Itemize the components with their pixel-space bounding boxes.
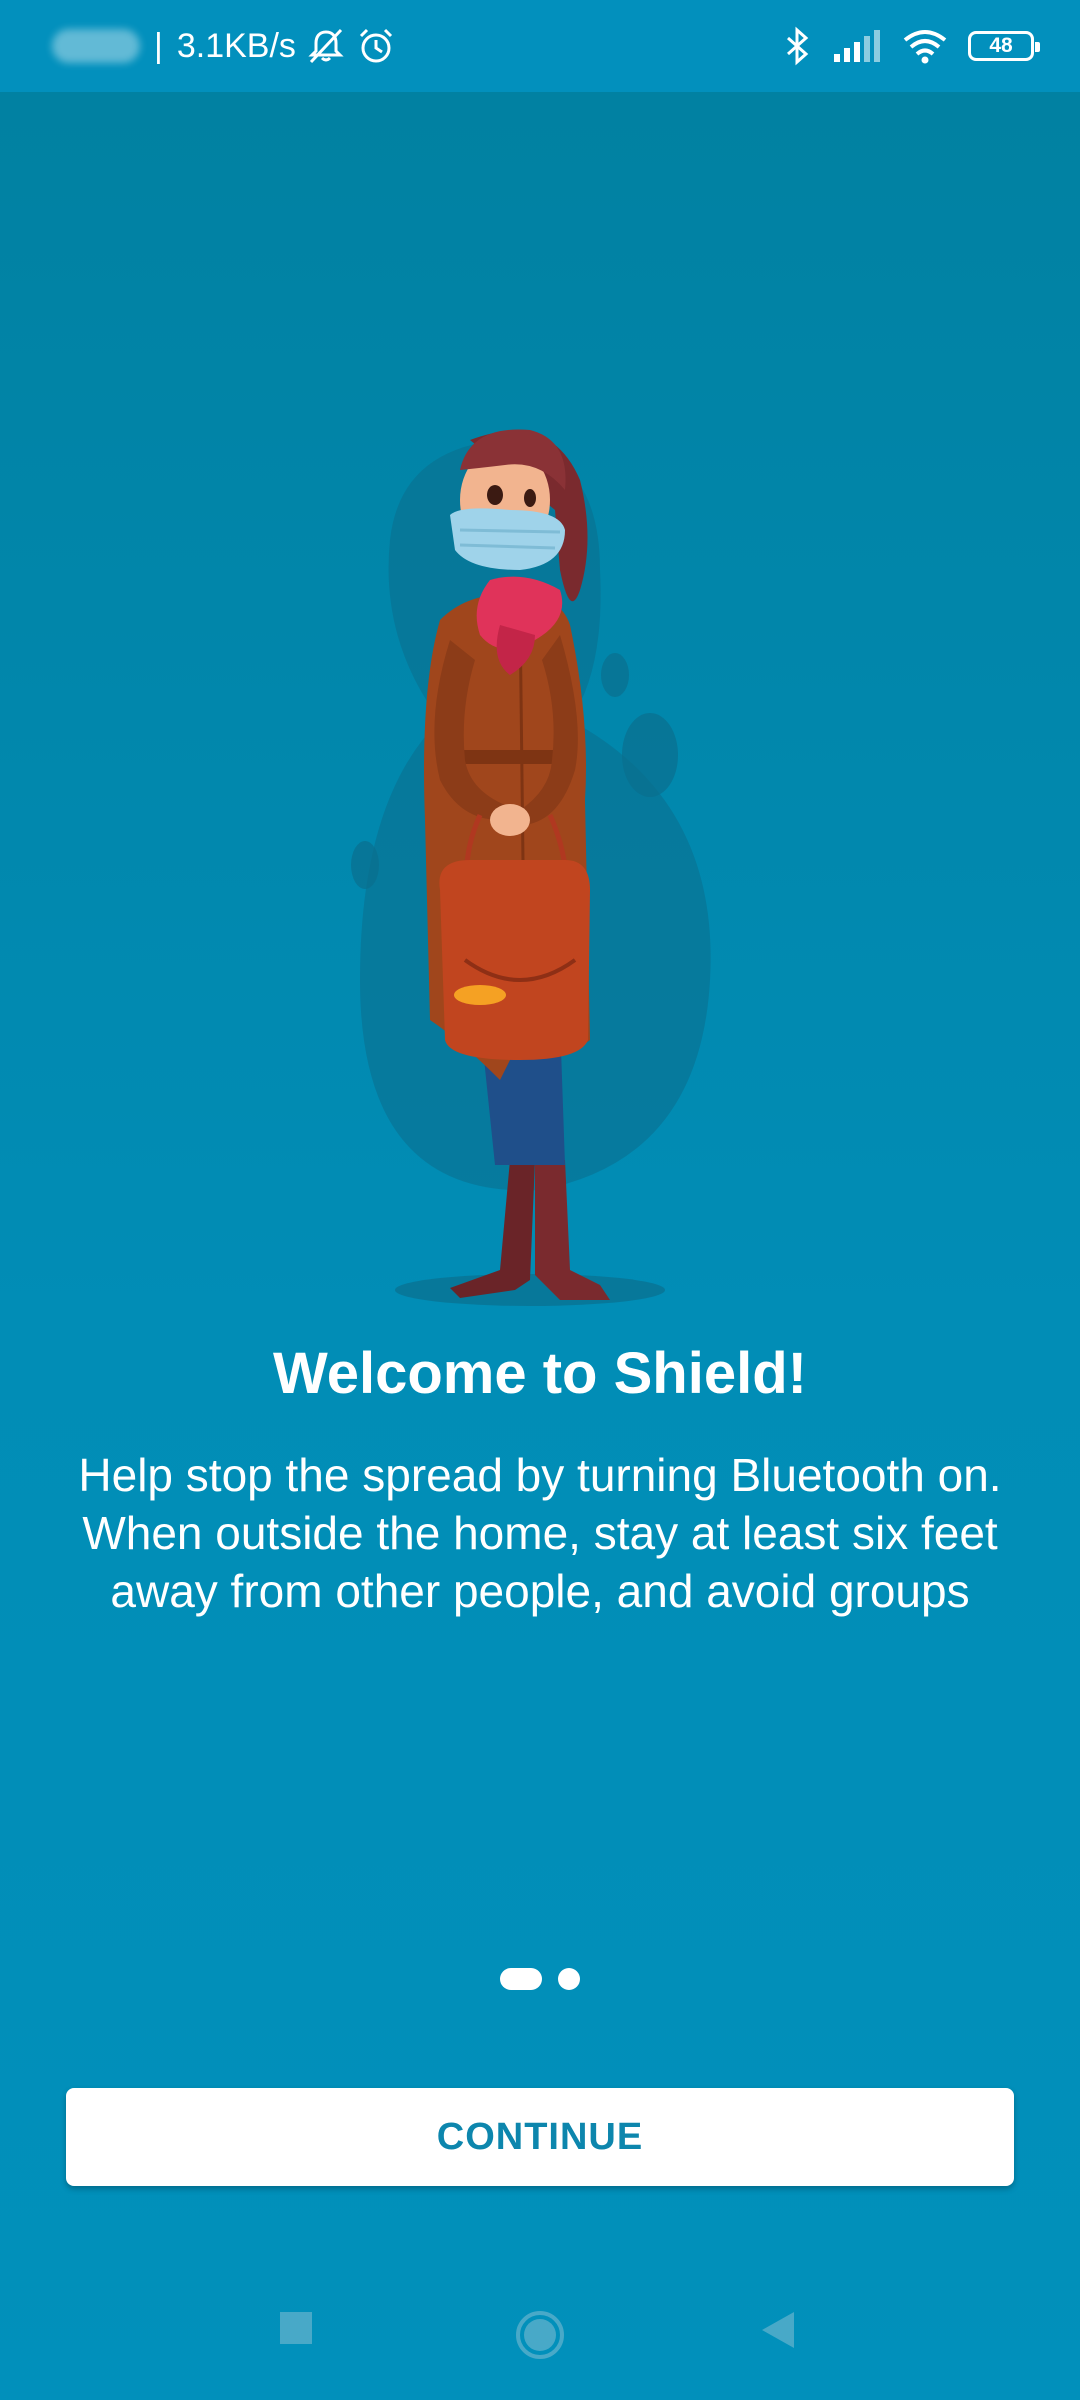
home-icon[interactable]	[515, 2310, 565, 2365]
page-dot	[558, 1968, 580, 1990]
status-separator: |	[154, 26, 163, 65]
back-icon[interactable]	[760, 2310, 796, 2355]
page-dot-active	[500, 1968, 542, 1990]
page-indicator	[0, 1968, 1080, 1990]
status-bar-left: | 3.1KB/s	[52, 26, 396, 66]
welcome-illustration	[320, 420, 740, 1320]
status-bar: | 3.1KB/s 48	[0, 0, 1080, 92]
bluetooth-icon	[782, 26, 812, 66]
time-blurred	[52, 29, 140, 63]
continue-button[interactable]: CONTINUE	[66, 2088, 1014, 2186]
status-bar-right: 48	[782, 26, 1040, 66]
welcome-title: Welcome to Shield!	[273, 1341, 807, 1406]
navigation-bar	[0, 2280, 1080, 2390]
silent-icon	[306, 26, 346, 66]
signal-icon	[832, 28, 882, 64]
welcome-body: Help stop the spread by turning Bluetoot…	[78, 1449, 1002, 1617]
battery-level: 48	[989, 34, 1013, 57]
alarm-icon	[356, 26, 396, 66]
recents-icon[interactable]	[278, 2310, 314, 2351]
battery-icon: 48	[968, 31, 1040, 61]
wifi-icon	[902, 28, 948, 64]
network-speed: 3.1KB/s	[176, 26, 296, 65]
